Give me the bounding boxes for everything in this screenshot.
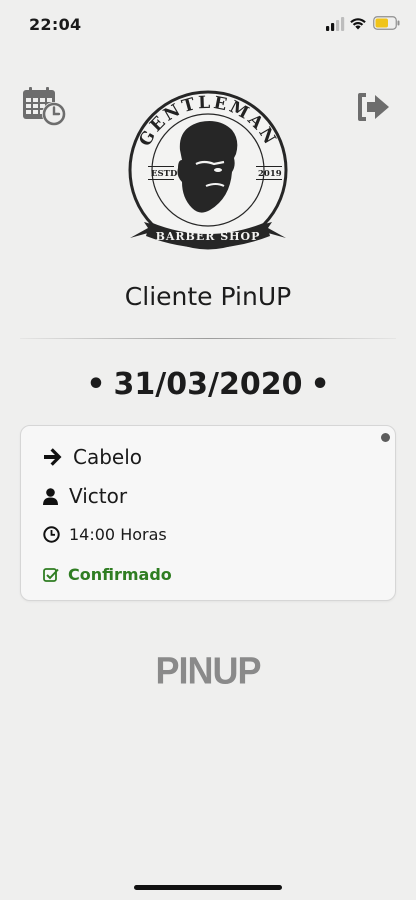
cellular-signal-icon — [326, 17, 345, 31]
user-icon — [43, 487, 58, 505]
client-name: Cliente PinUP — [124, 282, 292, 311]
arrow-right-icon — [44, 448, 62, 466]
wifi-icon — [350, 18, 366, 30]
logo-year: 2019 — [258, 169, 282, 179]
appointment-status: Confirmado — [68, 565, 172, 584]
appointment-time: 14:00 Horas — [69, 525, 167, 544]
status-dot — [381, 433, 390, 442]
brand-logo-text: PINUP — [155, 648, 261, 692]
calendar-button[interactable] — [22, 87, 68, 127]
logout-button[interactable] — [355, 91, 391, 123]
check-square-icon — [43, 567, 59, 582]
service-name: Cabelo — [73, 445, 143, 469]
service-row: Cabelo — [43, 445, 142, 469]
selected-date: • 31/03/2020 • — [0, 367, 416, 402]
time-row: 14:00 Horas — [43, 525, 167, 544]
status-time: 22:04 — [29, 15, 82, 34]
logo-estd: ESTD — [151, 169, 178, 179]
clock-icon — [43, 526, 60, 543]
calendar-clock-icon — [23, 87, 66, 126]
home-indicator[interactable] — [134, 885, 282, 890]
status-row: Confirmado — [43, 565, 172, 584]
divider — [20, 338, 396, 339]
status-bar: 22:04 — [0, 0, 416, 48]
barber-name: Victor — [69, 484, 128, 508]
battery-icon — [373, 16, 400, 30]
date-value: 31/03/2020 — [113, 367, 303, 402]
barbershop-logo: GENTLEMAN ESTD 2019 BARBER SHOP — [128, 90, 288, 250]
sign-out-icon — [358, 93, 389, 121]
logo-banner-text: BARBER SHOP — [156, 230, 261, 243]
date-separator-right: • — [310, 367, 330, 402]
barber-row: Victor — [43, 484, 127, 508]
appointment-card[interactable]: Cabelo Victor 14:00 Horas Confirmado — [20, 425, 396, 601]
date-separator-left: • — [86, 367, 106, 402]
